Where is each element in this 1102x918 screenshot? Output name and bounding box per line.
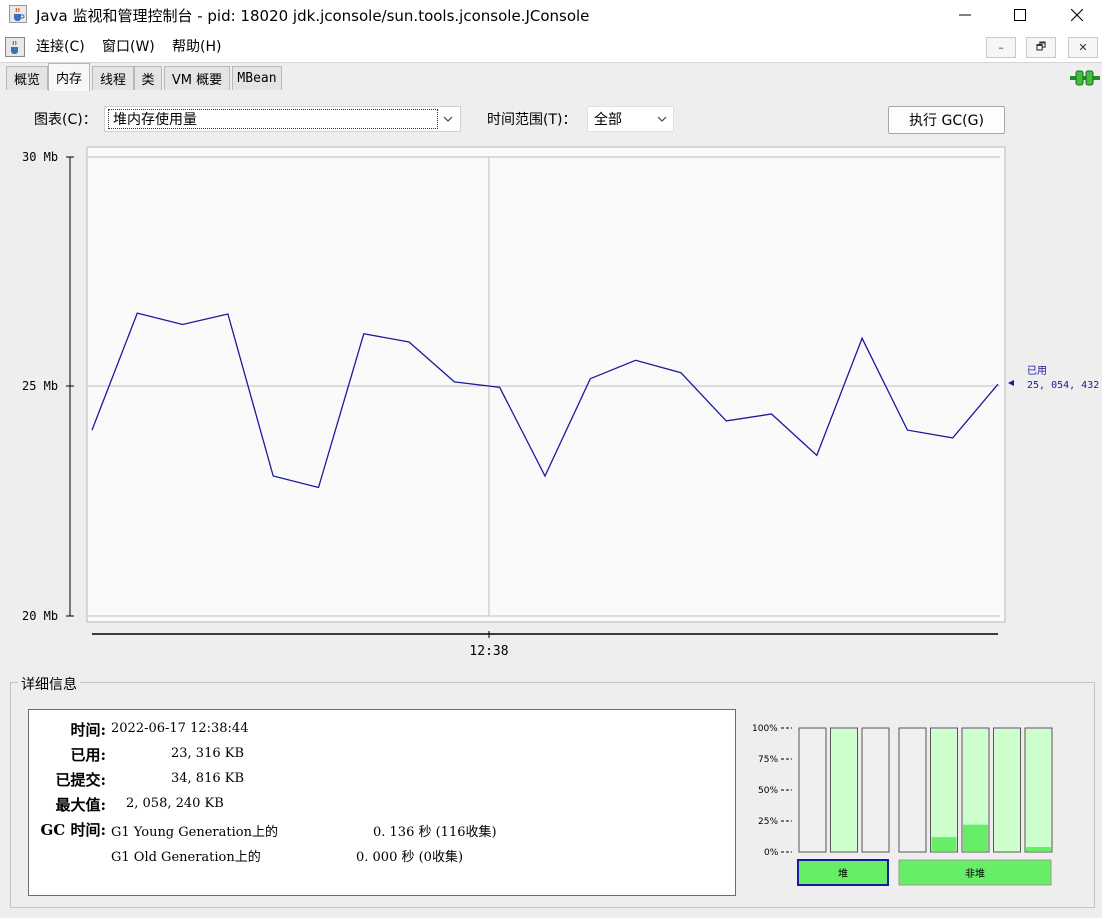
current-value-marker	[1008, 380, 1014, 386]
pool-axis-label: 100%	[752, 724, 778, 734]
current-value-series-name: 已用	[1027, 366, 1047, 377]
close-window-button[interactable]	[1052, 0, 1102, 30]
chart-select[interactable]: 堆内存使用量	[104, 106, 461, 132]
pool-axis-label: 0%	[764, 848, 779, 858]
non-heap-pool-bar-committed	[1026, 729, 1051, 851]
pool-bars	[798, 727, 1053, 853]
chart-select-value: 堆内存使用量	[108, 109, 438, 129]
minimize-button[interactable]	[940, 0, 990, 30]
heap-pool-bar-committed	[831, 729, 857, 851]
non-heap-pool-bar-used	[931, 837, 957, 851]
x-tick-label: 12:38	[469, 644, 508, 659]
inner-restore-button[interactable]: 🗗	[1026, 37, 1056, 58]
chevron-down-icon[interactable]	[655, 112, 669, 126]
heap-button-label: 堆	[838, 868, 848, 880]
time-range-label: 时间范围(T)：	[487, 112, 577, 128]
menu-connect[interactable]: 连接(C)	[36, 36, 85, 56]
y-tick-label: 25 Mb	[22, 379, 58, 393]
committed-value: 34, 816 KB	[171, 771, 245, 786]
max-value: 2, 058, 240 KB	[126, 796, 224, 811]
tab-memory[interactable]: 内存	[48, 63, 90, 91]
menu-help[interactable]: 帮助(H)	[172, 36, 221, 56]
plot-area	[86, 146, 1006, 623]
non-heap-pool-bar-committed	[931, 729, 957, 851]
pool-axis: 100% 75% 50% 25% 0%	[752, 724, 792, 858]
tab-mbean[interactable]: MBean	[232, 66, 282, 90]
non-heap-pool-bar[interactable]	[898, 727, 927, 853]
non-heap-pool-bar-used	[1026, 847, 1051, 851]
tab-classes[interactable]: 类	[134, 66, 162, 90]
window-title: Java 监视和管理控制台 - pid: 18020 jdk.jconsole/…	[36, 7, 590, 25]
pool-axis-label: 25%	[758, 817, 778, 827]
java-cup-icon	[9, 5, 27, 23]
menu-window[interactable]: 窗口(W)	[102, 36, 155, 56]
details-title: 详细信息	[18, 674, 80, 694]
chart-label: 图表(C)：	[34, 112, 97, 128]
heap-memory-chart: 30 Mb 25 Mb 20 Mb 12:38 已用 25, 054, 432	[22, 146, 1099, 659]
gc-young-name: G1 Young Generation上的	[111, 825, 278, 840]
gc-young-time: 0. 136 秒 (116收集)	[373, 825, 497, 840]
memory-pools-chart: 100% 75% 50% 25% 0% 堆 非堆	[752, 724, 1053, 886]
non-heap-button-label: 非堆	[965, 868, 985, 880]
tab-overview[interactable]: 概览	[6, 66, 48, 90]
menu-bar	[0, 32, 1102, 60]
used-value: 23, 316 KB	[171, 746, 245, 761]
connection-status-icon	[1070, 70, 1100, 86]
heap-pool-bar[interactable]	[798, 727, 827, 853]
chevron-down-icon[interactable]	[441, 112, 455, 126]
pool-axis-label: 50%	[758, 786, 778, 796]
gc-time-label: GC 时间:	[40, 821, 106, 839]
y-tick-label: 30 Mb	[22, 150, 58, 164]
maximize-icon	[1014, 9, 1026, 21]
current-value: 25, 054, 432	[1027, 380, 1099, 391]
gc-old-name: G1 Old Generation上的	[111, 850, 261, 865]
close-icon	[1071, 9, 1083, 21]
inner-minimize-button[interactable]: –	[986, 37, 1016, 58]
gc-old-time: 0. 000 秒 (0收集)	[356, 850, 464, 865]
y-tick-label: 20 Mb	[22, 609, 58, 623]
internal-frame-java-icon[interactable]	[5, 37, 25, 57]
heap-pool-bar[interactable]	[861, 727, 890, 853]
inner-close-button[interactable]: ✕	[1068, 37, 1098, 58]
minimize-icon	[959, 14, 971, 16]
pool-axis-label: 75%	[758, 755, 778, 765]
non-heap-pool-bar-used	[963, 824, 988, 851]
perform-gc-button[interactable]: 执行 GC(G)	[888, 106, 1005, 134]
tab-vm-summary[interactable]: VM 概要	[164, 66, 230, 90]
max-label: 最大值:	[55, 796, 106, 814]
non-heap-pool-bar-committed	[994, 729, 1020, 851]
used-label: 已用:	[70, 746, 106, 764]
tab-threads[interactable]: 线程	[92, 66, 134, 90]
maximize-button[interactable]	[995, 0, 1045, 30]
time-label: 时间:	[70, 721, 106, 739]
time-value: 2022-06-17 12:38:44	[111, 721, 249, 736]
committed-label: 已提交:	[55, 771, 106, 789]
